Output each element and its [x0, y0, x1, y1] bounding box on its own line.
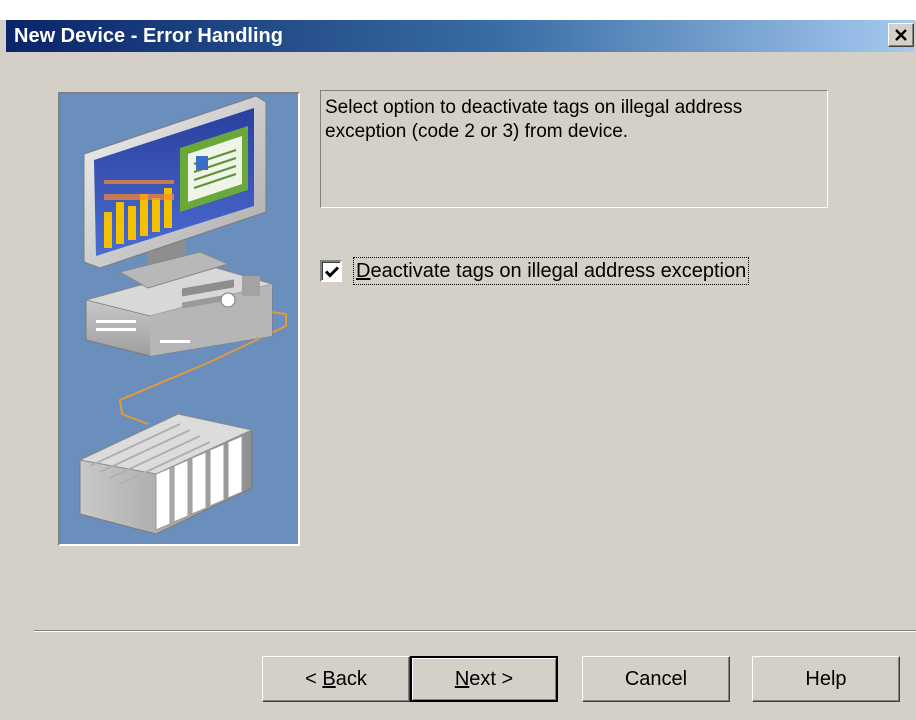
dialog-window: New Device - Error Handling Select optio… [0, 0, 916, 720]
description-box: Select option to deactivate tags on ille… [320, 90, 828, 208]
check-icon [324, 266, 340, 278]
help-button[interactable]: Help [752, 656, 900, 702]
close-icon [895, 29, 907, 41]
deactivate-tags-checkbox[interactable] [320, 260, 342, 282]
deactivate-tags-option[interactable]: Deactivate tags on illegal address excep… [320, 256, 750, 286]
next-button[interactable]: Next > [410, 656, 558, 702]
deactivate-tags-label-text: eactivate tags on illegal address except… [370, 260, 747, 282]
title-bar[interactable]: New Device - Error Handling [6, 20, 914, 52]
computer-network-device-illustration [78, 95, 287, 535]
deactivate-tags-label[interactable]: Deactivate tags on illegal address excep… [352, 257, 750, 285]
back-button-mnemonic: B [322, 667, 336, 690]
back-button-label: ack [335, 667, 367, 690]
window-left-edge [0, 20, 6, 720]
deactivate-tags-mnemonic: D [356, 260, 371, 282]
wizard-illustration [58, 92, 300, 546]
back-button[interactable]: < Back [262, 656, 410, 702]
button-separator [34, 630, 916, 632]
window-title: New Device - Error Handling [14, 25, 283, 47]
cancel-button[interactable]: Cancel [582, 656, 730, 702]
next-button-label: ext > [469, 667, 514, 690]
top-strip [0, 0, 916, 20]
back-button-prefix: < [305, 667, 323, 690]
next-button-mnemonic: N [454, 667, 470, 690]
close-button[interactable] [888, 23, 914, 47]
